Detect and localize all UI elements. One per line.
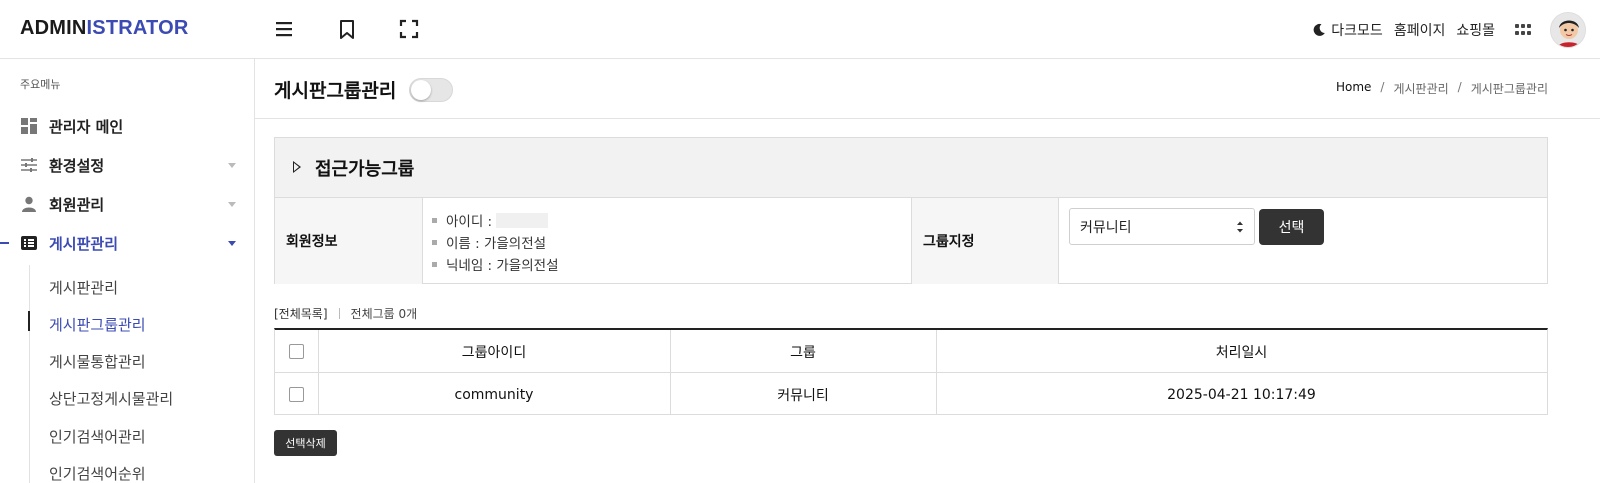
member-name: 이름 : 가을의전설 (446, 236, 547, 252)
shopping-mall-label: 쇼핑몰 (1456, 22, 1495, 39)
table-row: community 커뮤니티 2025-04-21 10:17:49 (275, 373, 1547, 416)
breadcrumb-separator: / (1457, 80, 1462, 94)
bullet-icon (432, 239, 437, 245)
title-divider (255, 118, 1600, 119)
dark-mode-link[interactable]: 다크모드 (1312, 20, 1383, 40)
column-divider (1058, 198, 1059, 284)
chevron-down-icon (228, 162, 236, 168)
member-info-item: 이름 : 가을의전설 (432, 231, 559, 253)
apps-grid-icon[interactable] (1514, 21, 1532, 39)
group-assign-label: 그룹지정 (912, 198, 1058, 284)
dark-mode-label: 다크모드 (1331, 22, 1383, 39)
logo-text-part1: ADMIN (20, 17, 87, 39)
cell-date: 2025-04-21 10:17:49 (1167, 386, 1316, 403)
meta-divider (338, 308, 340, 319)
sidebar-item-label: 회원관리 (49, 195, 105, 214)
list-title[interactable]: [전체목록] (274, 305, 328, 322)
user-icon (22, 196, 36, 212)
logo[interactable]: ADMINISTRATOR (20, 17, 189, 40)
bookmark-icon[interactable] (336, 18, 358, 40)
sliders-icon (21, 158, 37, 172)
sidebar-section-title: 주요메뉴 (20, 78, 61, 91)
column-header-group-id: 그룹아이디 (461, 344, 527, 361)
access-group-panel: 접근가능그룹 회원정보 아이디 : 이름 : 가을의전설 닉네임 : 가을의전설… (274, 137, 1548, 284)
homepage-label: 홈페이지 (1393, 22, 1446, 39)
list-meta: [전체목록] 전체그룹 0개 (274, 305, 417, 322)
favorite-toggle[interactable] (409, 78, 453, 102)
row-checkbox-cell (275, 373, 318, 416)
breadcrumb-separator: / (1380, 80, 1385, 94)
group-select[interactable]: 커뮤니티 (1069, 208, 1255, 245)
sidebar-item-members[interactable]: 회원관리 (0, 189, 254, 219)
chevron-down-icon (228, 240, 236, 246)
page-title: 게시판그룹관리 (274, 80, 397, 102)
bullet-icon (432, 217, 437, 223)
group-count: 전체그룹 0개 (350, 307, 418, 321)
select-updown-icon (1237, 221, 1243, 233)
sidebar-item-settings[interactable]: 환경설정 (0, 150, 254, 180)
group-table: 그룹아이디 그룹 처리일시 community 커뮤니티 2025-04-21 … (274, 328, 1548, 415)
moon-icon (1313, 23, 1326, 36)
menu-hamburger-icon[interactable] (273, 18, 295, 40)
column-divider (422, 198, 423, 284)
toggle-knob (411, 80, 431, 100)
sidebar-item-label: 게시판관리 (49, 234, 119, 253)
delete-selected-button[interactable]: 선택삭제 (274, 430, 337, 456)
bullet-icon (432, 261, 437, 267)
sidebar-item-label: 환경설정 (49, 156, 105, 175)
submenu-guide-line (29, 265, 30, 483)
chevron-down-icon (228, 201, 236, 207)
select-all-checkbox[interactable] (289, 344, 304, 359)
breadcrumb: Home / 게시판관리 / 게시판그룹관리 (1336, 80, 1548, 97)
header-checkbox-cell (275, 330, 318, 373)
breadcrumb-current: 게시판그룹관리 (1470, 82, 1548, 96)
shopping-mall-link[interactable]: 쇼핑몰 (1456, 20, 1495, 40)
caret-right-icon (293, 161, 301, 173)
submenu-item-pinned-posts[interactable]: 상단고정게시물관리 (49, 388, 173, 409)
panel-title: 접근가능그룹 (315, 159, 415, 180)
fullscreen-icon[interactable] (398, 18, 420, 40)
group-select-value: 커뮤니티 (1080, 219, 1132, 236)
logo-text-part2: ISTRATOR (86, 17, 189, 39)
sidebar-item-admin-main[interactable]: 관리자 메인 (0, 111, 254, 141)
homepage-link[interactable]: 홈페이지 (1394, 20, 1446, 40)
row-checkbox[interactable] (289, 387, 304, 402)
submenu-item-popular-search-rank[interactable]: 인기검색어순위 (49, 463, 146, 483)
submenu-item-board-manage[interactable]: 게시판관리 (49, 277, 118, 298)
user-avatar-icon (1551, 12, 1585, 47)
member-id-label: 아이디 : (446, 214, 493, 230)
breadcrumb-home[interactable]: Home (1336, 80, 1371, 97)
sidebar-item-board[interactable]: 게시판관리 (0, 228, 254, 258)
member-nickname: 닉네임 : 가을의전설 (446, 258, 559, 274)
column-header-date: 처리일시 (1215, 344, 1268, 361)
cell-group: 커뮤니티 (777, 387, 829, 404)
avatar[interactable] (1550, 11, 1586, 48)
sidebar-item-label: 관리자 메인 (49, 117, 124, 136)
top-header: ADMINISTRATOR 다크모드 홈페이지 쇼핑몰 (0, 0, 1600, 59)
select-button[interactable]: 선택 (1259, 209, 1324, 245)
cell-group-id: community (454, 386, 534, 403)
table-header-row: 그룹아이디 그룹 처리일시 (275, 330, 1547, 373)
column-header-group: 그룹 (790, 344, 816, 361)
member-info-item: 닉네임 : 가을의전설 (432, 253, 559, 275)
submenu-active-marker (28, 311, 30, 331)
member-info-item: 아이디 : (432, 209, 559, 231)
member-info-list: 아이디 : 이름 : 가을의전설 닉네임 : 가을의전설 (432, 209, 559, 275)
sidebar: 주요메뉴 관리자 메인 환경설정 회원관리 게시판관리 게시판관리 게시판그룹관… (0, 59, 255, 483)
member-info-label: 회원정보 (275, 198, 422, 284)
masked-id-value (496, 212, 549, 228)
dashboard-icon (21, 118, 37, 134)
submenu-item-post-integrated[interactable]: 게시물통합관리 (49, 351, 146, 372)
submenu-item-popular-search[interactable]: 인기검색어관리 (49, 426, 146, 447)
panel-header: 접근가능그룹 (275, 138, 1547, 198)
submenu-item-board-group-manage[interactable]: 게시판그룹관리 (49, 314, 146, 335)
list-icon (21, 236, 37, 250)
breadcrumb-board[interactable]: 게시판관리 (1393, 80, 1448, 97)
header-links: 다크모드 홈페이지 쇼핑몰 (1312, 0, 1600, 59)
